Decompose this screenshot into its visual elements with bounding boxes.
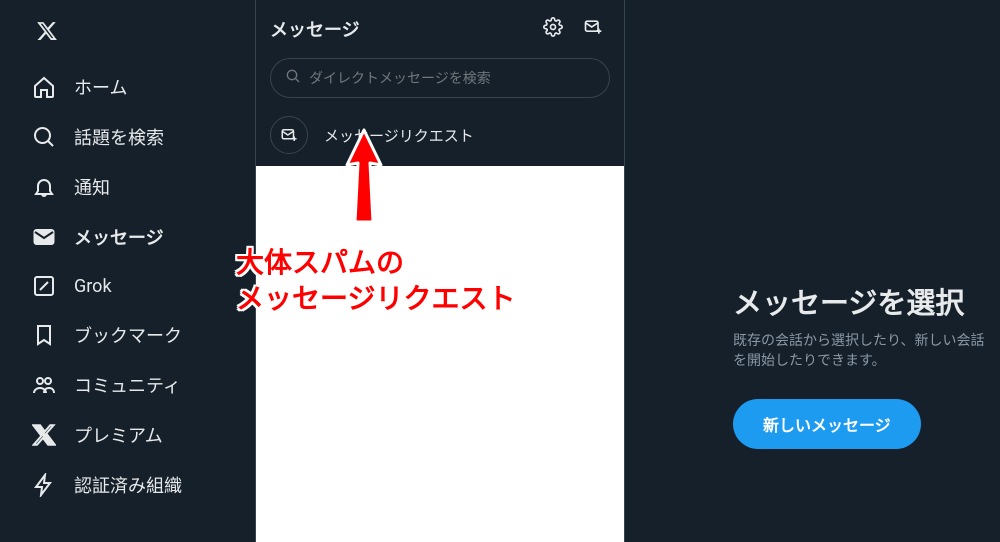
message-requests-label: メッセージリクエスト (324, 125, 474, 146)
sidebar-item-label: ブックマーク (74, 322, 182, 348)
empty-subtitle: 既存の会話から選択したり、新しい会話を開始したりできます。 (733, 332, 990, 371)
messages-column: メッセージ ダイレクトメッセージを検索 メッセージリクエスト (255, 0, 625, 542)
new-message-icon (583, 17, 603, 41)
sidebar-item-verified-orgs[interactable]: 認証済み組織 (10, 460, 255, 510)
sidebar-item-explore[interactable]: 話題を検索 (10, 112, 255, 162)
lightning-icon (32, 473, 56, 497)
grok-icon (32, 274, 56, 298)
x-premium-icon (32, 423, 56, 447)
bell-icon (32, 175, 56, 199)
x-logo[interactable] (10, 6, 255, 62)
sidebar-item-messages[interactable]: メッセージ (10, 212, 255, 262)
header-actions (536, 12, 610, 46)
sidebar-item-home[interactable]: ホーム (10, 62, 255, 112)
envelope-icon (32, 225, 56, 249)
new-message-button[interactable]: 新しいメッセージ (733, 399, 921, 449)
communities-icon (32, 373, 56, 397)
sidebar-item-premium[interactable]: プレミアム (10, 410, 255, 460)
sidebar-item-label: 認証済み組織 (74, 472, 182, 498)
home-icon (32, 75, 56, 99)
new-message-button-label: 新しいメッセージ (763, 412, 891, 436)
search-icon (285, 68, 301, 88)
sidebar-item-label: メッセージ (74, 224, 164, 250)
search-container: ダイレクトメッセージを検索 (256, 54, 624, 104)
sidebar-nav: ホーム 話題を検索 通知 メッセージ Grok ブックマーク コ (0, 0, 255, 542)
sidebar-item-label: コミュニティ (74, 372, 181, 398)
sidebar-item-communities[interactable]: コミュニティ (10, 360, 255, 410)
search-input[interactable]: ダイレクトメッセージを検索 (270, 58, 610, 98)
sidebar-item-label: 通知 (74, 174, 110, 200)
settings-button[interactable] (536, 12, 570, 46)
messages-title: メッセージ (270, 16, 528, 42)
message-detail-empty: メッセージを選択 既存の会話から選択したり、新しい会話を開始したりできます。 新… (625, 0, 1000, 542)
message-requests-icon (270, 116, 308, 154)
sidebar-item-label: プレミアム (74, 422, 163, 448)
sidebar-item-label: ホーム (74, 74, 127, 100)
sidebar-item-notifications[interactable]: 通知 (10, 162, 255, 212)
sidebar-item-label: 話題を検索 (74, 124, 164, 150)
message-requests-row[interactable]: メッセージリクエスト (256, 104, 624, 166)
search-icon (32, 125, 56, 149)
sidebar-item-grok[interactable]: Grok (10, 262, 255, 310)
conversation-list-redacted (256, 166, 624, 542)
search-placeholder: ダイレクトメッセージを検索 (309, 68, 491, 88)
messages-header: メッセージ (256, 0, 624, 54)
empty-title: メッセージを選択 (733, 280, 990, 322)
new-message-icon-button[interactable] (576, 12, 610, 46)
sidebar-item-label: Grok (74, 276, 112, 297)
sidebar-item-bookmarks[interactable]: ブックマーク (10, 310, 255, 360)
bookmark-icon (32, 323, 56, 347)
gear-icon (543, 17, 563, 41)
